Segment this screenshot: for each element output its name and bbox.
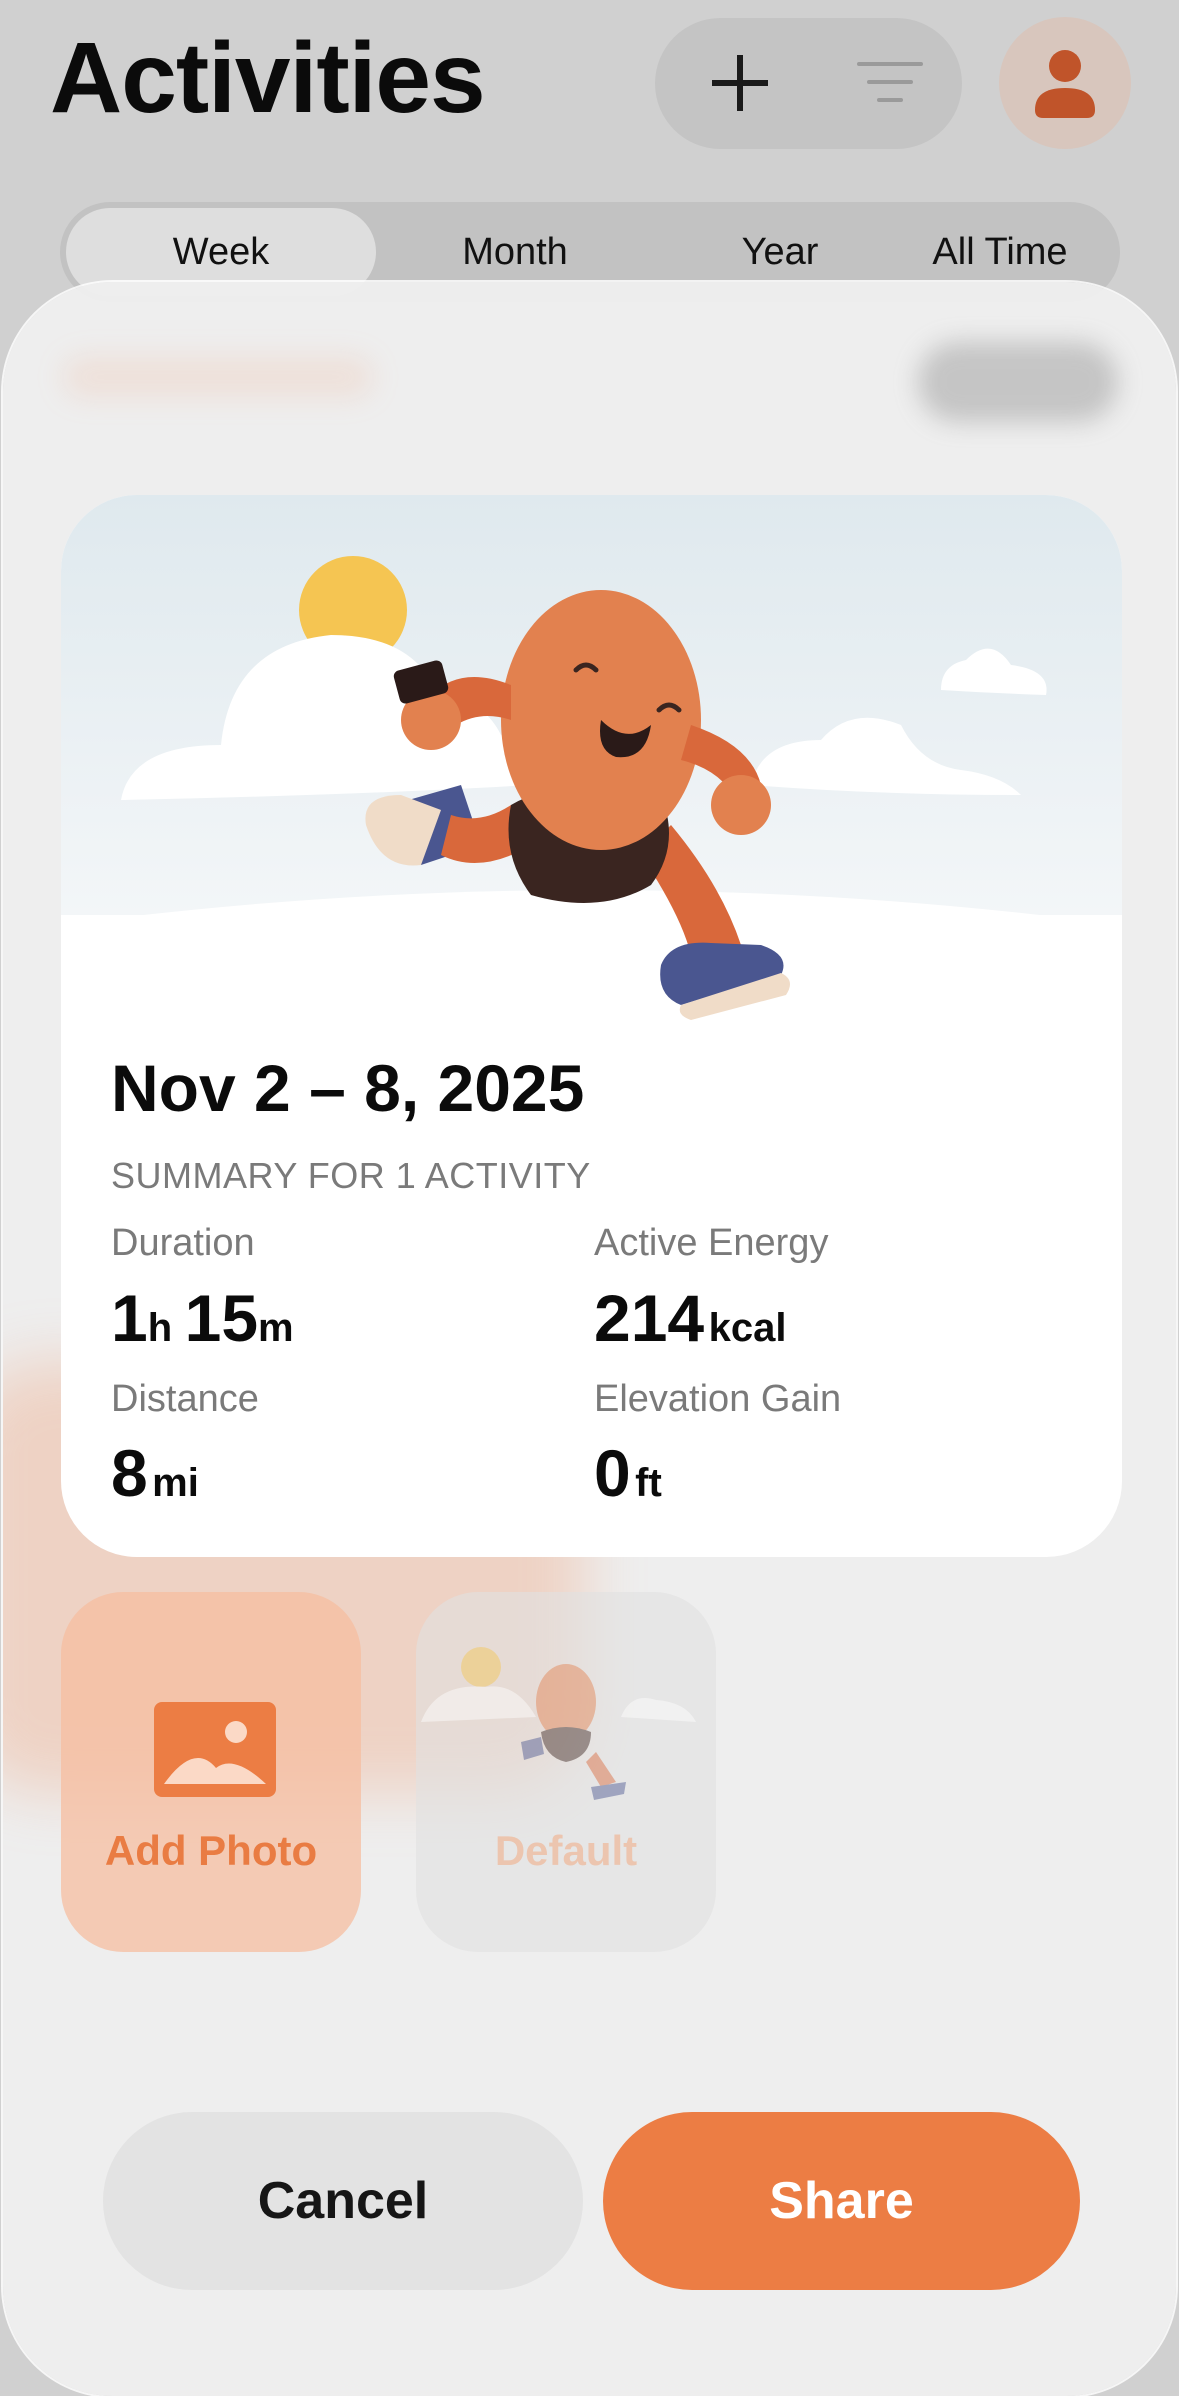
- runner-thumbnail: [421, 1647, 696, 1800]
- add-photo-label: Add Photo: [104, 1827, 318, 1874]
- page-title: Activities: [50, 22, 486, 134]
- cancel-button[interactable]: Cancel: [103, 2112, 583, 2290]
- active-energy-label: Active Energy: [594, 1222, 829, 1264]
- add-activity-button[interactable]: [680, 28, 800, 138]
- distance-value: 8 mi: [111, 1436, 199, 1510]
- date-range: Nov 2 – 8, 2025: [111, 1051, 585, 1125]
- distance-label: Distance: [111, 1378, 259, 1420]
- share-sheet: Nov 2 – 8, 2025 SUMMARY FOR 1 ACTIVITY D…: [3, 282, 1176, 2396]
- duration-label: Duration: [111, 1222, 255, 1264]
- active-energy-value: 214 kcal: [594, 1281, 787, 1355]
- plus-icon: [712, 55, 768, 111]
- blurred-background-content: [918, 342, 1118, 422]
- blurred-background-content: [63, 357, 373, 397]
- profile-button[interactable]: [999, 17, 1131, 149]
- elevation-gain-label: Elevation Gain: [594, 1378, 842, 1420]
- filter-button[interactable]: [830, 28, 950, 138]
- default-option-label: Default: [494, 1827, 638, 1874]
- add-photo-button[interactable]: Add Photo: [61, 1592, 361, 1952]
- default-background-option[interactable]: Default: [416, 1592, 716, 1952]
- summary-card: Nov 2 – 8, 2025 SUMMARY FOR 1 ACTIVITY D…: [61, 495, 1122, 1557]
- filter-lines-icon: [857, 62, 923, 102]
- duration-value: 1h 15m: [111, 1281, 294, 1355]
- summary-subtitle: SUMMARY FOR 1 ACTIVITY: [111, 1155, 591, 1196]
- share-button[interactable]: Share: [603, 2112, 1080, 2290]
- elevation-gain-value: 0 ft: [594, 1436, 662, 1510]
- person-icon: [1035, 50, 1095, 118]
- image-icon: [154, 1702, 276, 1797]
